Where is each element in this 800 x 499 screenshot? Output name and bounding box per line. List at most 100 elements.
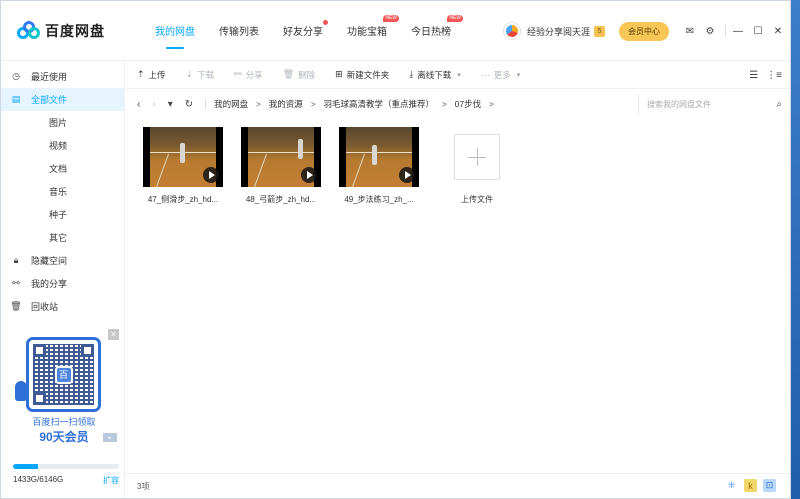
tab-label: 我的网盘	[155, 27, 195, 38]
main-panel: ⇡ 上传 ⇣ 下载 ⚯ 分享 🗑︎ 删除 ⊞ 新建文件夹 ⤓ 离线下载 ▾ ··· 更多 ▾ ☰ …	[125, 61, 790, 498]
upload-icon: ⇡	[137, 69, 145, 79]
close-icon[interactable]: ✕	[770, 23, 786, 39]
promo-banner[interactable]: ✕ 百 百度扫一扫领取 90天会员 ▸	[9, 329, 119, 447]
upload-file-tile[interactable]: 上传文件	[437, 127, 517, 205]
share-button[interactable]: ⚯ 分享	[234, 69, 263, 81]
sidebar-item-label: 其它	[49, 233, 68, 243]
quota-text: 1433G/6146G	[13, 475, 64, 484]
file-item[interactable]: 49_步法练习_zh_...	[339, 127, 419, 205]
vip-level-badge: 5	[594, 25, 605, 37]
app-logo: 百度网盘	[17, 20, 135, 41]
k-app-icon[interactable]: k	[744, 479, 757, 492]
sidebar-item-my-shares[interactable]: ⚯ 我的分享	[1, 272, 124, 295]
status-bar: 3项	[125, 473, 790, 498]
share-icon: ⚯	[12, 278, 20, 288]
minimize-icon[interactable]: —	[730, 23, 746, 39]
sidebar-item-torrents[interactable]: 种子	[1, 203, 124, 226]
clock-icon: ◷	[12, 71, 20, 81]
file-name: 48_弓箭步_zh_hd...	[245, 195, 317, 204]
breadcrumb-item[interactable]: 我的资源	[269, 98, 303, 110]
sidebar-item-images[interactable]: 图片	[1, 111, 124, 134]
settings-icon[interactable]: ⚙	[703, 24, 717, 38]
search-input[interactable]	[647, 99, 762, 109]
qr-finder	[81, 344, 94, 357]
new-folder-button[interactable]: ⊞ 新建文件夹	[335, 69, 389, 81]
sidebar-item-recent[interactable]: ◷ 最近使用	[1, 65, 124, 88]
more-button[interactable]: ··· 更多 ▾	[481, 69, 521, 81]
desktop-background	[790, 0, 800, 499]
tool-label: 下载	[197, 69, 215, 80]
avatar[interactable]	[502, 22, 521, 40]
tab-label: 传输列表	[219, 27, 259, 38]
download-icon: ⤓	[409, 69, 414, 79]
chevron-right-icon: >	[310, 99, 316, 109]
tab-label: 好友分享	[283, 27, 323, 38]
delete-button[interactable]: 🗑︎ 删除	[283, 69, 315, 81]
download-button[interactable]: ⇣ 下载	[186, 69, 215, 81]
refresh-icon[interactable]: ↻	[185, 99, 193, 110]
sidebar-item-label: 文档	[49, 164, 68, 174]
sidebar-item-recycle-bin[interactable]: 🗑︎ 回收站	[1, 295, 124, 318]
file-item[interactable]: 47_侧滑步_zh_hd...	[143, 127, 223, 205]
sidebar: ◷ 最近使用 ▤ 全部文件 图片 视频 文档 音乐 种子 其它 🔒︎ 隐藏空间 ⚯ 我的…	[1, 61, 125, 498]
tab-transfer-list[interactable]: 传输列表	[219, 1, 259, 61]
video-thumbnail	[143, 127, 223, 187]
app-window: 百度网盘 我的网盘 传输列表 好友分享 功能宝箱 NEW 今日热榜 NEW 经验分享…	[0, 0, 791, 499]
notification-dot	[323, 19, 328, 25]
breadcrumb-item[interactable]: 羽毛球高清教学（重点推荐）	[323, 98, 434, 110]
sidebar-item-label: 我的分享	[31, 279, 68, 289]
search-box: ⌕	[638, 95, 782, 113]
file-name: 49_步法练习_zh_...	[344, 195, 414, 204]
storage-quota: 1433G/6146G 扩容	[13, 464, 119, 486]
video-thumbnail	[241, 127, 321, 187]
sidebar-item-label: 音乐	[49, 187, 68, 197]
more-icon: ···	[480, 69, 490, 80]
sidebar-item-music[interactable]: 音乐	[1, 180, 124, 203]
main-nav: 我的网盘 传输列表 好友分享 功能宝箱 NEW 今日热榜 NEW	[155, 1, 475, 61]
search-icon[interactable]: ⌕	[776, 99, 782, 110]
username[interactable]: 经验分享阅天涯	[527, 25, 590, 38]
chevron-right-icon[interactable]: >	[489, 100, 494, 109]
tab-friend-share[interactable]: 好友分享	[283, 1, 328, 61]
grid-app-icon[interactable]: ⁜	[725, 479, 738, 492]
history-dropdown-icon[interactable]: ▾	[168, 99, 173, 110]
title-bar: 百度网盘 我的网盘 传输列表 好友分享 功能宝箱 NEW 今日热榜 NEW 经验分享…	[1, 1, 790, 61]
promo-close-icon[interactable]: ✕	[108, 329, 119, 340]
expand-storage-link[interactable]: 扩容	[103, 475, 119, 486]
divider	[725, 25, 726, 37]
cloud-app-icon[interactable]: ⊡	[763, 479, 776, 492]
upload-file-label: 上传文件	[461, 195, 493, 204]
back-icon[interactable]: ‹	[137, 99, 140, 110]
item-count: 3项	[137, 481, 150, 491]
tab-hot-list[interactable]: 今日热榜 NEW	[411, 1, 463, 61]
sidebar-item-all-files[interactable]: ▤ 全部文件	[1, 88, 124, 111]
tab-my-disk[interactable]: 我的网盘	[155, 1, 195, 61]
sidebar-item-videos[interactable]: 视频	[1, 134, 124, 157]
maximize-icon[interactable]: ☐	[750, 23, 766, 39]
sort-icon[interactable]: ☰	[749, 70, 758, 81]
sidebar-item-hidden-space[interactable]: 🔒︎ 隐藏空间	[1, 249, 124, 272]
breadcrumb-item[interactable]: 07步伐	[455, 98, 481, 110]
list-view-icon[interactable]: ⋮≡	[766, 70, 782, 81]
sidebar-item-other[interactable]: 其它	[1, 226, 124, 249]
video-thumbnail	[339, 127, 419, 187]
file-item[interactable]: 48_弓箭步_zh_hd...	[241, 127, 321, 205]
new-badge: NEW	[383, 14, 399, 22]
breadcrumb-item[interactable]: 我的网盘	[214, 98, 248, 110]
chevron-down-icon: ▾	[457, 71, 461, 79]
baidu-cloud-logo-icon	[17, 20, 41, 41]
upload-button[interactable]: ⇡ 上传	[137, 69, 166, 81]
sidebar-item-label: 最近使用	[31, 72, 68, 82]
mail-icon[interactable]: ✉	[683, 24, 697, 38]
offline-download-button[interactable]: ⤓ 离线下载 ▾	[409, 69, 461, 81]
tool-label: 上传	[148, 69, 166, 80]
tab-feature-box[interactable]: 功能宝箱 NEW	[347, 1, 399, 61]
divider	[205, 98, 207, 110]
play-icon	[301, 167, 317, 183]
sidebar-item-label: 全部文件	[31, 95, 68, 105]
tool-label: 新建文件夹	[346, 69, 390, 80]
forward-icon[interactable]: ›	[152, 99, 155, 110]
sidebar-item-documents[interactable]: 文档	[1, 157, 124, 180]
member-center-button[interactable]: 会员中心	[619, 21, 669, 41]
chevron-right-icon: >	[442, 99, 447, 109]
